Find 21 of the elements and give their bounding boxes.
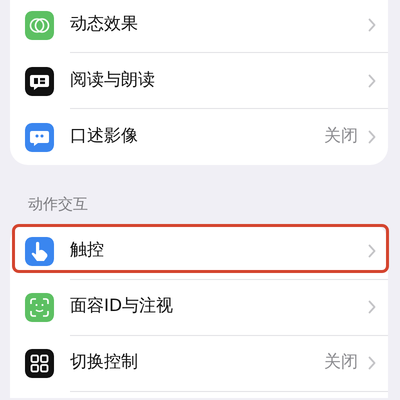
status-value: 关闭 <box>324 351 358 374</box>
chevron-icon <box>368 18 376 32</box>
chevron-icon <box>368 74 376 88</box>
grid-icon <box>25 349 54 378</box>
settings-row[interactable]: 阅读与朗读 <box>10 53 388 109</box>
chevron-icon <box>368 356 376 370</box>
quote-bubble-icon <box>25 122 54 152</box>
status-value: 关闭 <box>324 125 358 148</box>
settings-row[interactable]: 口述影像 关闭 <box>10 109 388 165</box>
speech-bubble-icon <box>25 66 54 96</box>
chevron-icon <box>368 244 376 258</box>
settings-row[interactable]: 切换控制 关闭 <box>10 336 388 392</box>
settings-row[interactable]: 动态效果 <box>10 0 388 53</box>
face-scan-icon <box>25 293 54 322</box>
chevron-icon <box>368 130 376 144</box>
chevron-icon <box>368 300 376 314</box>
settings-row[interactable]: 触控 <box>10 224 388 280</box>
settings-row[interactable]: 面容ID与注视 <box>10 280 388 336</box>
hand-icon <box>25 237 54 266</box>
section-header: 动作交互 <box>27 194 89 215</box>
motion-icon <box>25 10 54 40</box>
